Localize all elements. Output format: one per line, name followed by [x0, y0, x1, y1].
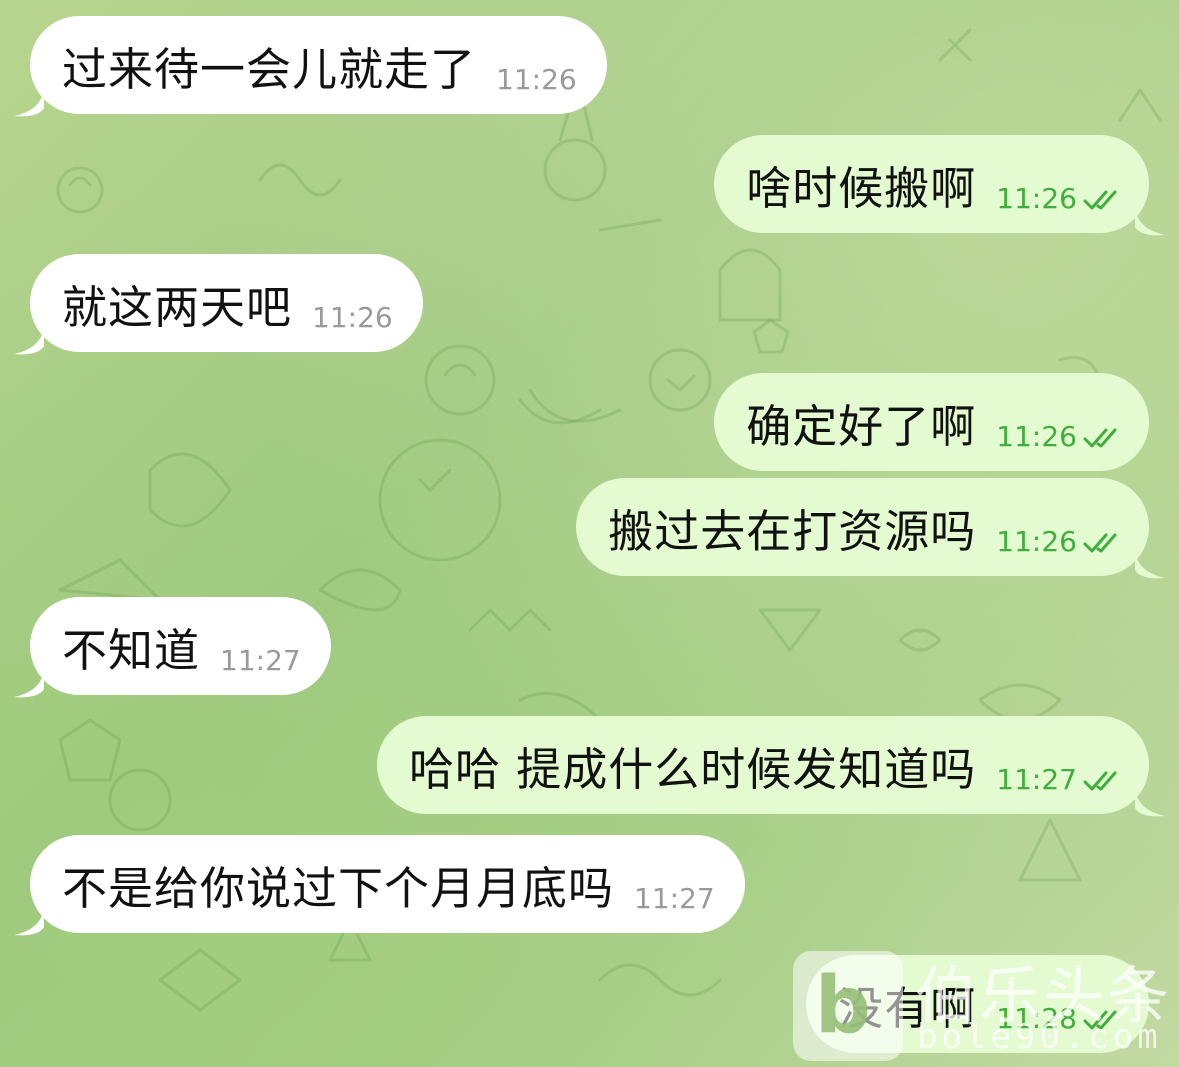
watermark-url: bole90.com — [917, 1017, 1162, 1057]
message-bubble-incoming[interactable]: 不是给你说过下个月月底吗 11:27 — [30, 835, 745, 933]
bubble-tail — [14, 88, 44, 117]
message-text: 过来待一会儿就走了 — [62, 42, 477, 96]
message-bubble-outgoing[interactable]: 哈哈 提成什么时候发知道吗 11:27 — [376, 716, 1149, 814]
message-meta: 11:27 — [220, 644, 301, 677]
message-meta: 11:26 — [496, 63, 577, 96]
message-text: 搬过去在打资源吗 — [608, 504, 977, 558]
message-meta: 11:26 — [312, 301, 393, 334]
message-time: 11:27 — [220, 644, 301, 677]
bubble-tail — [1135, 788, 1165, 817]
message-time: 11:26 — [496, 63, 577, 96]
message-text: 不知道 — [62, 623, 201, 677]
double-check-icon — [1083, 428, 1117, 448]
message-time: 11:26 — [996, 525, 1077, 558]
watermark-logo-glyph: b — [815, 961, 871, 1051]
message-bubble-outgoing[interactable]: 搬过去在打资源吗 11:26 — [576, 478, 1149, 576]
bubble-tail — [14, 326, 44, 355]
message-meta: 11:26 — [996, 525, 1123, 558]
message-meta: 11:26 — [996, 420, 1123, 453]
watermark-logo: b — [793, 951, 903, 1061]
double-check-icon — [1083, 533, 1117, 553]
message-meta: 11:27 — [634, 882, 715, 915]
message-bubble-outgoing[interactable]: 确定好了啊 11:26 — [714, 373, 1149, 471]
message-bubble-incoming[interactable]: 就这两天吧 11:26 — [30, 254, 423, 352]
bubble-tail — [14, 669, 44, 698]
message-time: 11:26 — [996, 420, 1077, 453]
bubble-tail — [1135, 550, 1165, 579]
message-bubble-incoming[interactable]: 过来待一会儿就走了 11:26 — [30, 16, 607, 114]
message-time: 11:27 — [996, 763, 1077, 796]
message-text: 啥时候搬啊 — [746, 161, 977, 215]
message-text: 确定好了啊 — [746, 399, 977, 453]
message-bubble-outgoing[interactable]: 啥时候搬啊 11:26 — [714, 135, 1149, 233]
message-time: 11:27 — [634, 882, 715, 915]
message-time: 11:26 — [996, 182, 1077, 215]
message-text: 就这两天吧 — [62, 280, 293, 334]
message-meta: 11:27 — [996, 763, 1123, 796]
bubble-tail — [14, 907, 44, 936]
message-text: 哈哈 提成什么时候发知道吗 — [408, 742, 977, 796]
site-watermark: b 伯乐头条 bole90.com — [793, 945, 1173, 1065]
double-check-icon — [1083, 190, 1117, 210]
message-time: 11:26 — [312, 301, 393, 334]
message-bubble-incoming[interactable]: 不知道 11:27 — [30, 597, 331, 695]
bubble-tail — [1135, 207, 1165, 236]
double-check-icon — [1083, 771, 1117, 791]
message-meta: 11:26 — [996, 182, 1123, 215]
message-text: 不是给你说过下个月月底吗 — [62, 861, 615, 915]
